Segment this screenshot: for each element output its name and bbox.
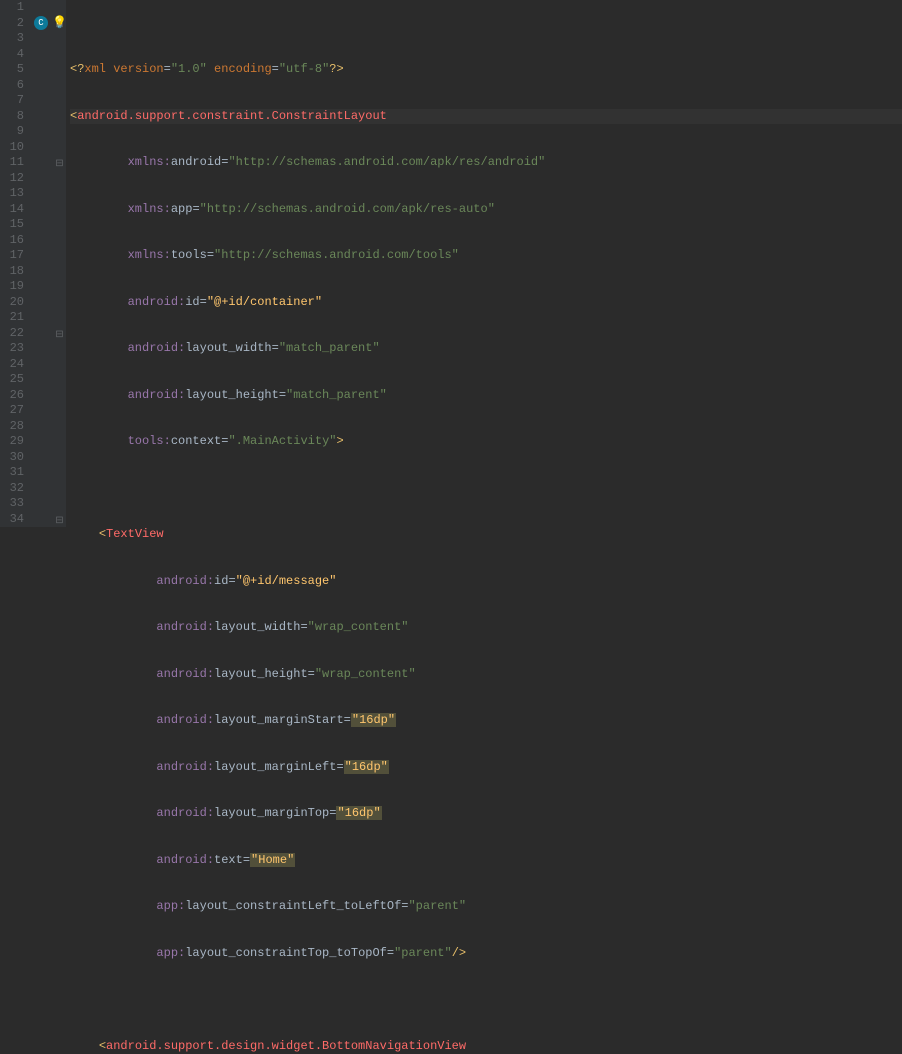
bulb-icon[interactable]: 💡 [52, 16, 66, 30]
code-line: app:layout_constraintTop_toTopOf="parent… [70, 946, 902, 962]
line-number: 2 [6, 16, 24, 32]
code-line: android:layout_height="match_parent" [70, 388, 902, 404]
line-number: 32 [6, 481, 24, 497]
line-number: 9 [6, 124, 24, 140]
code-line: android:layout_marginTop="16dp" [70, 806, 902, 822]
line-number: 3 [6, 31, 24, 47]
line-number: 30 [6, 450, 24, 466]
line-number: 25 [6, 372, 24, 388]
fold-toggle-icon[interactable]: ⊟ [55, 157, 64, 173]
line-number: 23 [6, 341, 24, 357]
line-number: 15 [6, 217, 24, 233]
line-number: 29 [6, 434, 24, 450]
code-line: <android.support.constraint.ConstraintLa… [70, 109, 902, 125]
code-line: xmlns:android="http://schemas.android.co… [70, 155, 902, 171]
line-number: 21 [6, 310, 24, 326]
code-line: <android.support.design.widget.BottomNav… [70, 1039, 902, 1054]
code-line: xmlns:tools="http://schemas.android.com/… [70, 248, 902, 264]
fold-toggle-icon[interactable]: ⊟ [55, 328, 64, 344]
line-number: 22 [6, 326, 24, 342]
line-number: 20 [6, 295, 24, 311]
marker-gutter: C [32, 0, 54, 527]
code-line [70, 992, 902, 1008]
line-number: 34 [6, 512, 24, 528]
code-line: android:layout_height="wrap_content" [70, 667, 902, 683]
code-line: android:id="@+id/message" [70, 574, 902, 590]
code-line: android:layout_marginLeft="16dp" [70, 760, 902, 776]
line-number: 24 [6, 357, 24, 373]
fold-gutter: ⊟⊟⊟⊟ [54, 0, 66, 527]
line-number: 33 [6, 496, 24, 512]
line-number: 14 [6, 202, 24, 218]
line-number: 10 [6, 140, 24, 156]
line-number: 26 [6, 388, 24, 404]
line-number: 7 [6, 93, 24, 109]
line-number: 18 [6, 264, 24, 280]
line-number: 5 [6, 62, 24, 78]
line-number: 13 [6, 186, 24, 202]
line-number: 27 [6, 403, 24, 419]
code-line: tools:context=".MainActivity"> [70, 434, 902, 450]
line-number: 12 [6, 171, 24, 187]
line-number: 19 [6, 279, 24, 295]
line-number: 8 [6, 109, 24, 125]
line-number: 4 [6, 47, 24, 63]
code-line: android:layout_marginStart="16dp" [70, 713, 902, 729]
line-number: 16 [6, 233, 24, 249]
code-line: android:text="Home" [70, 853, 902, 869]
line-number: 6 [6, 78, 24, 94]
line-number: 28 [6, 419, 24, 435]
line-number: 11 [6, 155, 24, 171]
line-number: 1 [6, 0, 24, 16]
code-area[interactable]: 💡 <?xml version="1.0" encoding="utf-8"?>… [66, 0, 902, 527]
code-line: android:layout_width="wrap_content" [70, 620, 902, 636]
line-number-gutter: 1234567891011121314151617181920212223242… [0, 0, 32, 527]
code-line: <TextView [70, 527, 902, 543]
line-number: 17 [6, 248, 24, 264]
line-number: 31 [6, 465, 24, 481]
code-line: android:layout_width="match_parent" [70, 341, 902, 357]
code-line: xmlns:app="http://schemas.android.com/ap… [70, 202, 902, 218]
class-marker-icon[interactable]: C [34, 16, 48, 30]
code-line [70, 481, 902, 497]
code-editor: 1234567891011121314151617181920212223242… [0, 0, 902, 527]
code-line: app:layout_constraintLeft_toLeftOf="pare… [70, 899, 902, 915]
code-line: android:id="@+id/container" [70, 295, 902, 311]
code-line: <?xml version="1.0" encoding="utf-8"?> [70, 62, 902, 78]
